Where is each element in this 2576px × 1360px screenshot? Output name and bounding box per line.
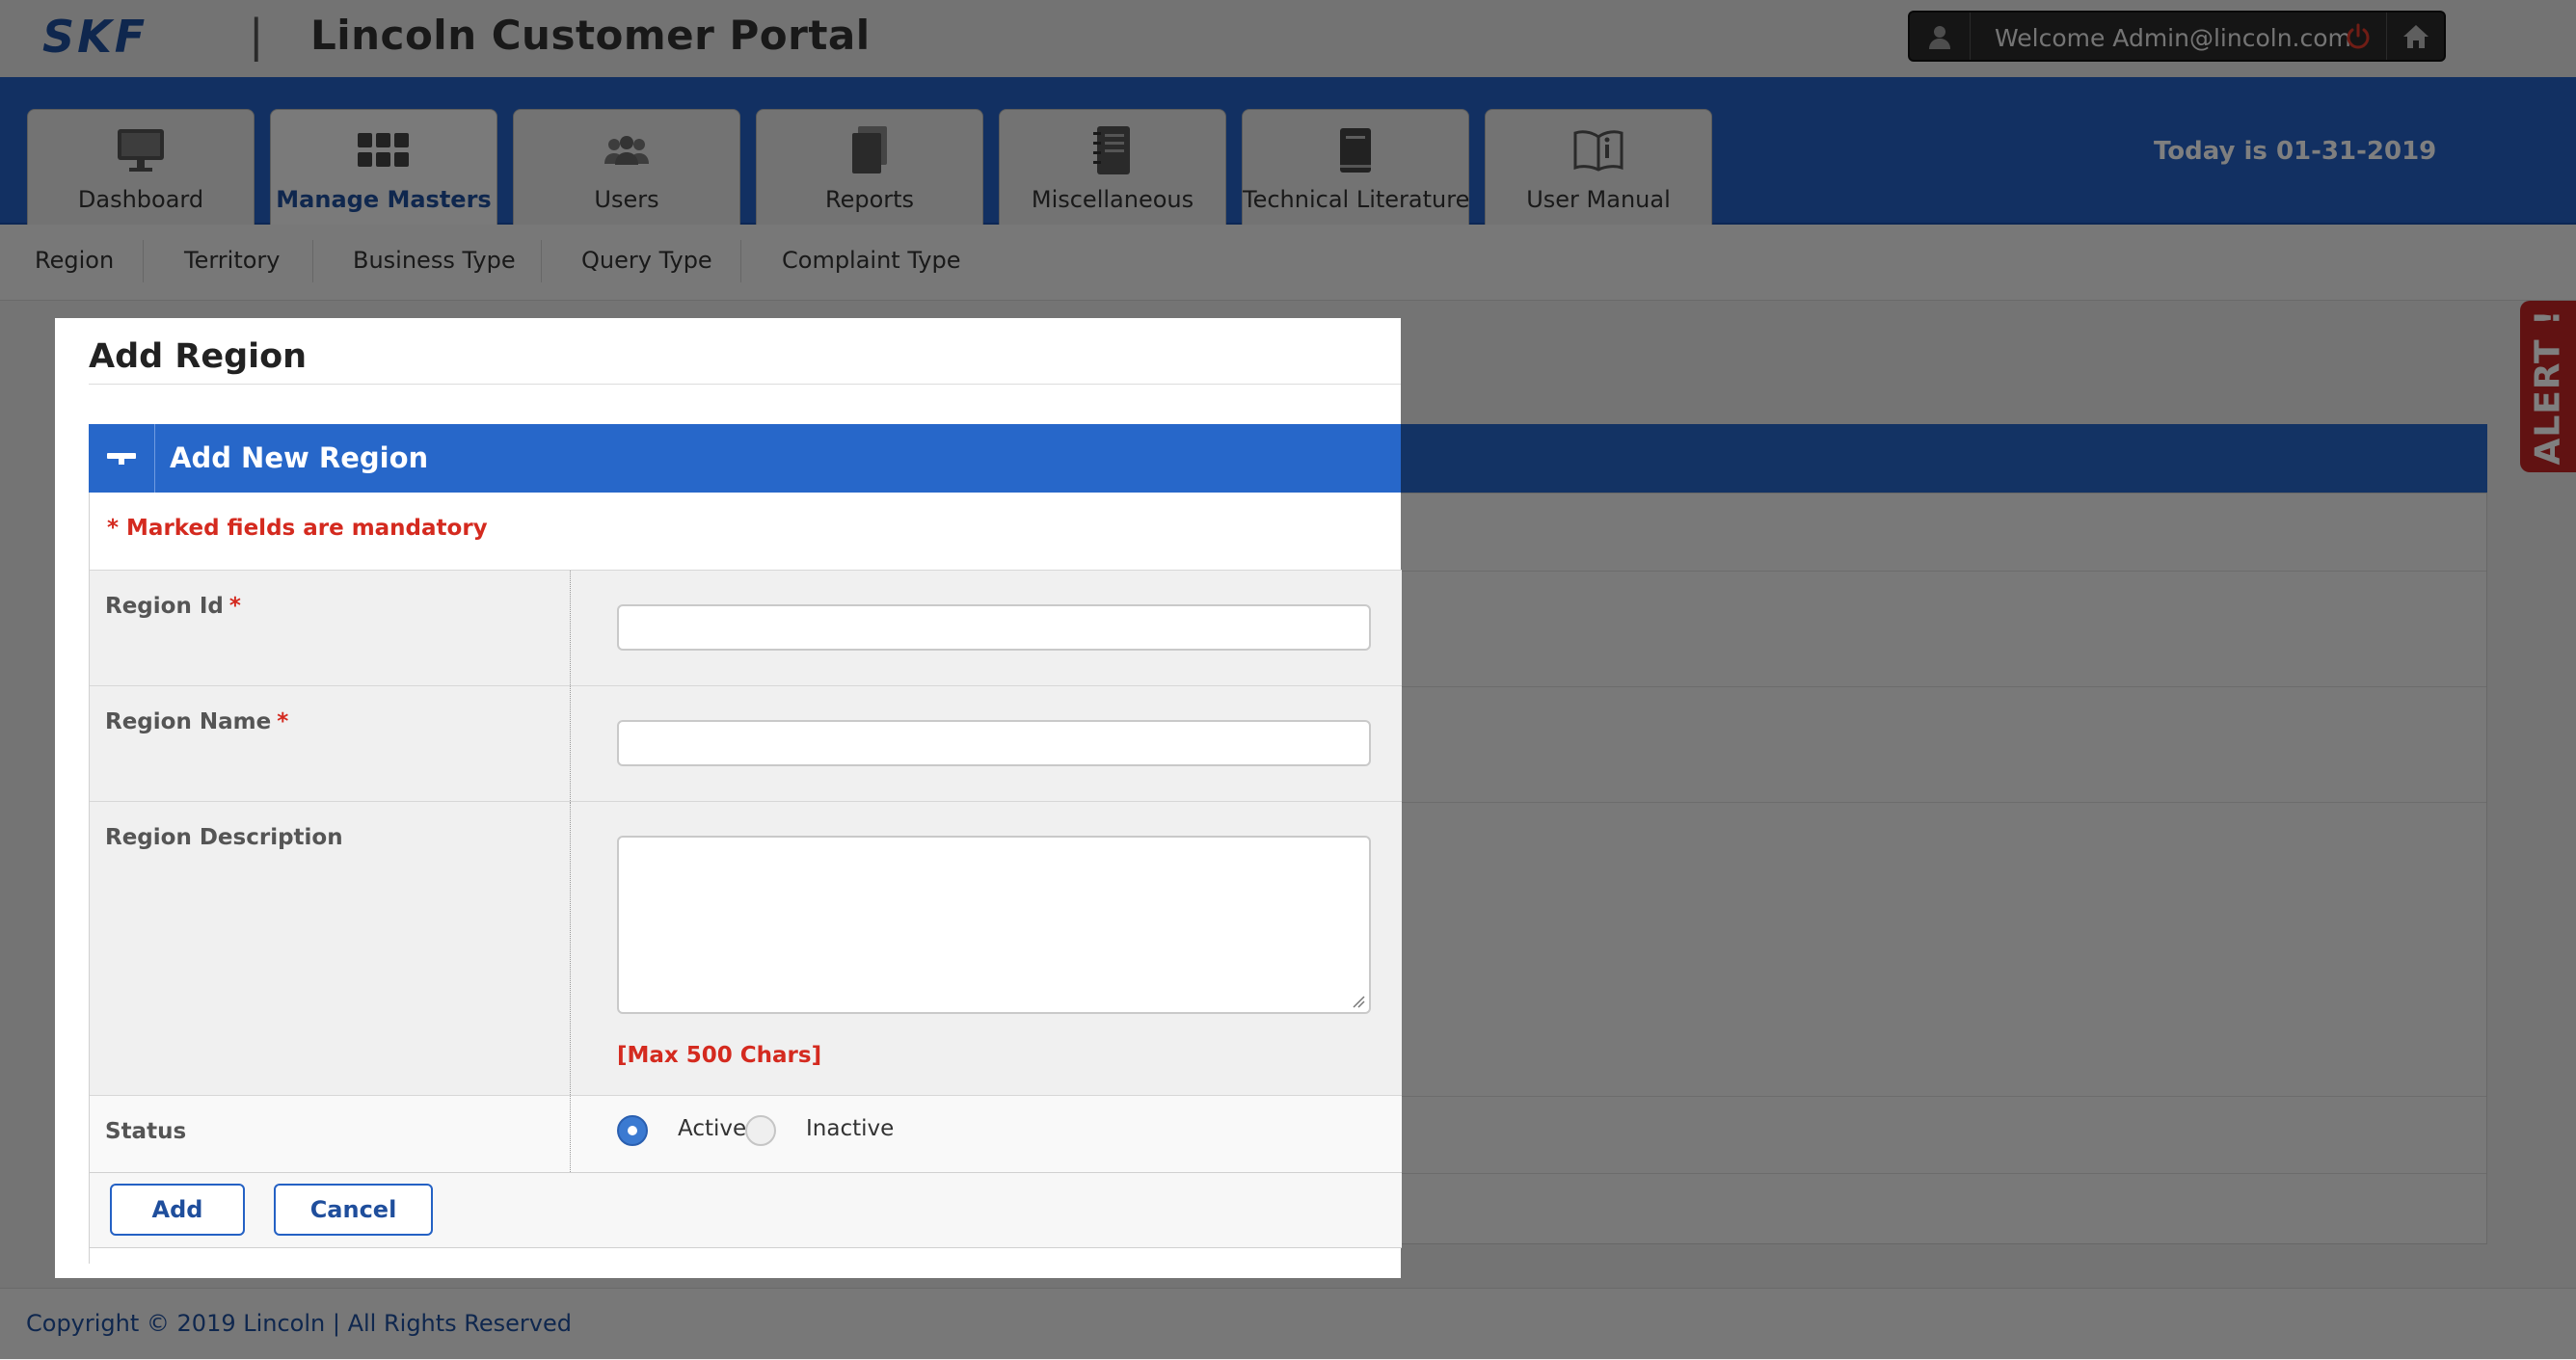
region-id-label-cell: Region Id * [90, 571, 571, 685]
status-label-cell: Status [90, 1096, 571, 1172]
form-actions: Add Cancel [90, 1172, 1402, 1248]
add-button[interactable]: Add [110, 1184, 245, 1236]
region-description-label-cell: Region Description [90, 802, 571, 1095]
collapse-toggle-icon[interactable] [89, 424, 155, 493]
region-name-label-text: Region Name [105, 709, 272, 734]
resize-grip-icon[interactable] [1352, 995, 1365, 1008]
status-row: Status Active Inactive [90, 1095, 1402, 1172]
add-region-modal: Add Region Add New Region * Marked field… [55, 318, 1402, 1278]
status-active-label[interactable]: Active [678, 1116, 746, 1141]
region-description-row: Region Description [Max 500 Chars] [90, 801, 1402, 1095]
region-description-label: Region Description [105, 825, 343, 850]
region-id-input[interactable] [617, 604, 1371, 651]
region-id-label: Region Id * [105, 594, 241, 619]
region-description-field-cell: [Max 500 Chars] [571, 802, 1402, 1095]
modal-title-divider [89, 384, 1401, 385]
region-id-field-cell [571, 571, 1402, 685]
region-id-label-text: Region Id [105, 594, 224, 619]
required-marker: * [228, 594, 241, 619]
region-description-textarea[interactable] [617, 836, 1371, 1014]
required-marker: * [277, 709, 289, 734]
status-field-cell: Active Inactive [571, 1096, 1402, 1172]
status-active-radio[interactable] [617, 1115, 648, 1146]
status-inactive-label[interactable]: Inactive [806, 1116, 894, 1141]
region-name-row: Region Name * [90, 685, 1402, 801]
region-form: * Marked fields are mandatory Region Id *… [89, 493, 1402, 1264]
region-name-field-cell [571, 686, 1402, 801]
status-inactive-radio[interactable] [745, 1115, 776, 1146]
mandatory-note: * Marked fields are mandatory [107, 516, 488, 541]
max-chars-note: [Max 500 Chars] [617, 1043, 822, 1068]
region-id-row: Region Id * [90, 570, 1402, 685]
cancel-button[interactable]: Cancel [274, 1184, 433, 1236]
panel-header: Add New Region [89, 424, 1401, 493]
modal-title: Add Region [89, 337, 308, 376]
region-name-label-cell: Region Name * [90, 686, 571, 801]
status-label: Status [105, 1119, 187, 1144]
region-name-input[interactable] [617, 720, 1371, 766]
panel-title: Add New Region [170, 441, 429, 474]
region-name-label: Region Name * [105, 709, 288, 734]
